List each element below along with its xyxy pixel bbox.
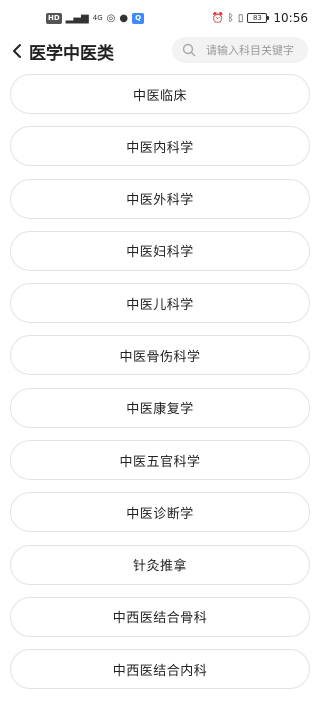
subject-label: 中医五官科学 <box>119 454 201 470</box>
subject-item[interactable]: 中医临床 <box>10 74 310 114</box>
network-type-label: 4G <box>92 13 103 22</box>
subject-item[interactable]: 中医儿科学 <box>10 283 310 324</box>
hd-icon: HD <box>46 12 62 24</box>
subject-label: 中医外科学 <box>126 193 194 209</box>
bluetooth-icon: ᛒ <box>227 12 234 24</box>
subject-label: 中医康复学 <box>126 402 194 418</box>
vibrate-icon: ▯ <box>237 12 244 24</box>
subject-item[interactable]: 中医内科学 <box>10 126 310 167</box>
back-button[interactable] <box>6 36 28 66</box>
subject-label: 中医诊断学 <box>126 506 194 522</box>
subject-item[interactable]: 中西医结合内科 <box>10 649 310 690</box>
hotspot-icon: ◎ <box>106 12 116 24</box>
page-title: 医学中医类 <box>29 43 114 64</box>
search-input[interactable] <box>206 38 306 62</box>
subject-item[interactable]: 中医外科学 <box>10 178 310 219</box>
subject-item[interactable]: 中医五官科学 <box>10 440 310 481</box>
subject-label: 中医儿科学 <box>126 297 194 313</box>
subject-label: 中西医结合骨科 <box>112 611 208 627</box>
subject-item[interactable]: 中西医结合骨科 <box>10 596 310 637</box>
subject-item[interactable]: 中医妇科学 <box>10 230 310 271</box>
subject-label: 中医骨伤科学 <box>119 349 201 365</box>
battery-icon: 83 <box>247 13 270 23</box>
status-bar: HD ▂▄▆ 4G ◎ ● Q ⏰ ᛒ ▯ 83 10:56 <box>0 0 320 36</box>
subject-list: 中医临床中医内科学中医外科学中医妇科学中医儿科学中医骨伤科学 中医康复学中医五官科… <box>10 74 310 702</box>
subject-item[interactable]: 中医诊断学 <box>10 492 310 533</box>
message-icon: ● <box>119 12 129 24</box>
subject-label: 中医临床 <box>132 88 187 104</box>
subject-item[interactable]: 中医康复学 <box>10 387 310 428</box>
search-bar[interactable] <box>172 37 308 63</box>
subject-item[interactable]: 针灸推拿 <box>10 544 310 585</box>
subject-label: 中西医结合内科 <box>112 663 208 679</box>
subject-label: 中医妇科学 <box>126 245 194 261</box>
header: 医学中医类 <box>0 36 320 66</box>
status-bar-right: ⏰ ᛒ ▯ 83 10:56 <box>211 11 308 25</box>
clock: 10:56 <box>273 11 308 25</box>
chevron-left-icon <box>13 44 21 58</box>
subject-label: 针灸推拿 <box>132 559 187 575</box>
battery-level: 83 <box>252 14 262 22</box>
search-icon <box>182 43 196 57</box>
alarm-icon: ⏰ <box>211 12 224 24</box>
subject-label: 中医内科学 <box>126 140 194 156</box>
search-app-icon: Q <box>132 12 145 24</box>
subject-item[interactable]: 中医骨伤科学 <box>10 335 310 376</box>
signal-icon: ▂▄▆ <box>65 12 89 24</box>
status-bar-left: HD ▂▄▆ 4G ◎ ● Q <box>46 12 145 24</box>
